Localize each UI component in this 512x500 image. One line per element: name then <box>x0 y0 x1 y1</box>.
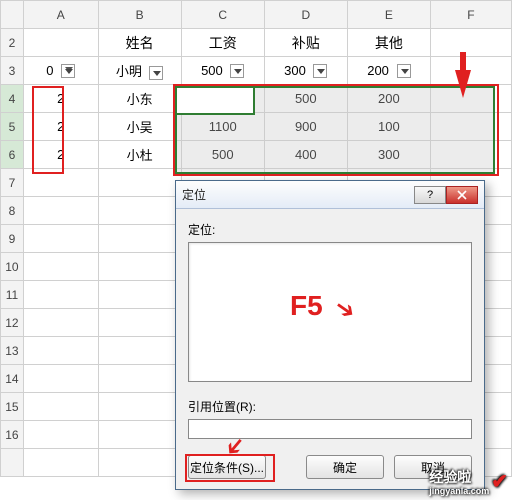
goto-label: 定位: <box>188 221 472 238</box>
cell-A5[interactable]: 2 <box>23 113 98 141</box>
cell-F2[interactable] <box>430 29 511 57</box>
cell[interactable] <box>23 393 98 421</box>
cell[interactable] <box>98 449 181 477</box>
row-header-7[interactable]: 7 <box>1 169 24 197</box>
cell-C3[interactable]: 500 <box>181 57 264 85</box>
select-all-corner[interactable] <box>1 1 24 29</box>
watermark: 经验啦 jingyanla.com ✔ <box>429 467 508 496</box>
cell[interactable] <box>23 197 98 225</box>
row-header-3[interactable]: 3 <box>1 57 24 85</box>
row-header-13[interactable]: 13 <box>1 337 24 365</box>
cell-A3[interactable]: 0 <box>23 57 98 85</box>
cell-D3[interactable]: 300 <box>264 57 347 85</box>
close-button[interactable] <box>446 186 478 204</box>
cell[interactable] <box>98 169 181 197</box>
cell-E5[interactable]: 100 <box>347 113 430 141</box>
cell-E4[interactable]: 200 <box>347 85 430 113</box>
cell-F6[interactable] <box>430 141 511 169</box>
cell-E6[interactable]: 300 <box>347 141 430 169</box>
watermark-text: 经验啦 <box>429 469 471 485</box>
cell[interactable] <box>23 337 98 365</box>
cell[interactable] <box>98 309 181 337</box>
cell-A3-value: 0 <box>46 63 53 78</box>
col-header-E[interactable]: E <box>347 1 430 29</box>
cell-C2-header-salary[interactable]: 工资 <box>181 29 264 57</box>
cell[interactable] <box>98 365 181 393</box>
cell[interactable] <box>98 281 181 309</box>
cell-C4[interactable]: 700 <box>181 85 264 113</box>
cell[interactable] <box>23 281 98 309</box>
cell-E3-value: 200 <box>367 63 389 78</box>
col-header-B[interactable]: B <box>98 1 181 29</box>
dropdown-icon[interactable] <box>313 64 327 78</box>
col-header-D[interactable]: D <box>264 1 347 29</box>
dropdown-icon[interactable] <box>149 66 163 80</box>
cell[interactable] <box>98 253 181 281</box>
cell-D5[interactable]: 900 <box>264 113 347 141</box>
cell-C5[interactable]: 1100 <box>181 113 264 141</box>
dialog-title: 定位 <box>182 186 206 203</box>
cell-F5[interactable] <box>430 113 511 141</box>
cell[interactable] <box>98 421 181 449</box>
cell[interactable] <box>23 449 98 477</box>
dropdown-icon[interactable] <box>230 64 244 78</box>
col-header-C[interactable]: C <box>181 1 264 29</box>
cell[interactable] <box>98 197 181 225</box>
close-icon <box>457 190 467 200</box>
cell[interactable] <box>23 225 98 253</box>
cell[interactable] <box>98 337 181 365</box>
row-header-16[interactable]: 16 <box>1 421 24 449</box>
cell[interactable] <box>23 365 98 393</box>
cell-B3[interactable]: 小明 <box>98 57 181 85</box>
cell-B2-header-name[interactable]: 姓名 <box>98 29 181 57</box>
row-header-8[interactable]: 8 <box>1 197 24 225</box>
cell-D2-header-allowance[interactable]: 补贴 <box>264 29 347 57</box>
row-header-9[interactable]: 9 <box>1 225 24 253</box>
help-button[interactable] <box>414 186 446 204</box>
cell[interactable] <box>23 421 98 449</box>
cell-A2[interactable] <box>23 29 98 57</box>
cell[interactable] <box>23 309 98 337</box>
cell-B3-value: 小明 <box>116 64 142 79</box>
cell-D3-value: 300 <box>284 63 306 78</box>
cell[interactable] <box>98 225 181 253</box>
cell-B5[interactable]: 小吴 <box>98 113 181 141</box>
cell-B4[interactable]: 小东 <box>98 85 181 113</box>
row-header-5[interactable]: 5 <box>1 113 24 141</box>
row-header-11[interactable]: 11 <box>1 281 24 309</box>
row-header-2[interactable]: 2 <box>1 29 24 57</box>
col-header-A[interactable]: A <box>23 1 98 29</box>
col-header-F[interactable]: F <box>430 1 511 29</box>
annotation-f5-text: F5 <box>290 290 323 322</box>
row-header-15[interactable]: 15 <box>1 393 24 421</box>
row-header-17[interactable] <box>1 449 24 477</box>
row-header-4[interactable]: 4 <box>1 85 24 113</box>
dialog-titlebar[interactable]: 定位 <box>176 181 484 209</box>
row-header-14[interactable]: 14 <box>1 365 24 393</box>
cell-E3[interactable]: 200 <box>347 57 430 85</box>
cell[interactable] <box>23 253 98 281</box>
cell-D4[interactable]: 500 <box>264 85 347 113</box>
cell-E2-header-other[interactable]: 其他 <box>347 29 430 57</box>
cell-A6[interactable]: 2 <box>23 141 98 169</box>
annotation-arrow-icon <box>455 70 471 98</box>
cell-C3-value: 500 <box>201 63 223 78</box>
special-button[interactable]: 定位条件(S)... <box>188 455 266 479</box>
ok-button[interactable]: 确定 <box>306 455 384 479</box>
cell-A4[interactable]: 2 <box>23 85 98 113</box>
dropdown-icon[interactable] <box>397 64 411 78</box>
cell[interactable] <box>98 393 181 421</box>
cell-C6[interactable]: 500 <box>181 141 264 169</box>
row-header-6[interactable]: 6 <box>1 141 24 169</box>
cell-D6[interactable]: 400 <box>264 141 347 169</box>
row-header-12[interactable]: 12 <box>1 309 24 337</box>
reference-label: 引用位置(R): <box>188 398 472 415</box>
row-header-10[interactable]: 10 <box>1 253 24 281</box>
watermark-sub: jingyanla.com <box>429 487 489 496</box>
cell[interactable] <box>23 169 98 197</box>
checkmark-icon: ✔ <box>491 469 508 494</box>
filter-icon[interactable] <box>61 64 75 78</box>
cell-B6[interactable]: 小杜 <box>98 141 181 169</box>
